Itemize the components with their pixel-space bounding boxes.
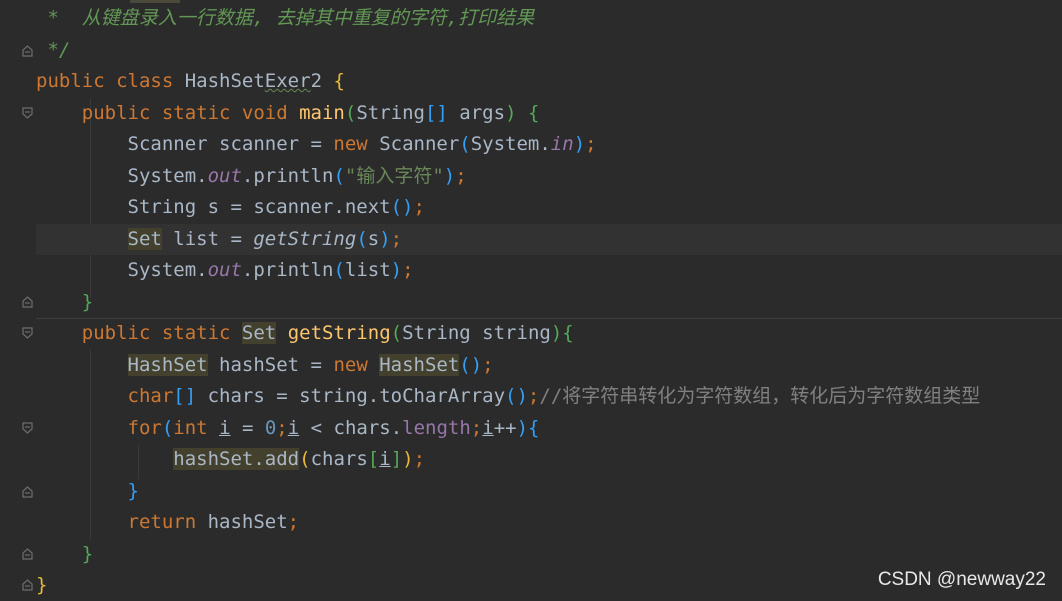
- code-text: }: [81, 290, 94, 313]
- watermark: CSDN @newway22: [877, 569, 1046, 590]
- code-editor[interactable]: * 从键盘录入一行数据, 去掉其中重复的字符,打印结果 */ public cla…: [36, 0, 1062, 599]
- code-text: char[] chars = string.toCharArray();//将字…: [127, 385, 981, 407]
- code-line[interactable]: Scanner scanner = new Scanner(System.in)…: [36, 129, 1062, 160]
- code-text: }: [81, 542, 94, 565]
- code-text: String s = scanner.next();: [36, 196, 425, 218]
- fold-end-icon[interactable]: [21, 485, 34, 498]
- code-line[interactable]: for(int i = 0;i < chars.length;i++){: [36, 413, 1062, 444]
- code-line[interactable]: }: [36, 539, 1062, 570]
- code-text: Set list = getString(s);: [127, 227, 403, 250]
- code-text: return hashSet;: [127, 511, 300, 533]
- code-text: public class HashSetExer2 {: [36, 70, 345, 92]
- code-line[interactable]: String s = scanner.next();: [36, 192, 1062, 223]
- code-line[interactable]: }: [36, 476, 1062, 507]
- editor-gutter: [0, 0, 36, 599]
- code-text: System.out.println("输入字符");: [36, 164, 467, 187]
- code-text: */: [36, 38, 71, 61]
- code-line[interactable]: System.out.println(list);: [36, 255, 1062, 286]
- code-line[interactable]: public class HashSetExer2 {: [36, 66, 1062, 97]
- code-line[interactable]: System.out.println("输入字符");: [36, 161, 1062, 192]
- code-line[interactable]: return hashSet;: [36, 507, 1062, 538]
- code-line[interactable]: public static void main(String[] args) {: [36, 98, 1062, 129]
- code-text: for(int i = 0;i < chars.length;i++){: [127, 416, 540, 439]
- code-text: }: [127, 479, 139, 502]
- code-text: public static Set getString(String strin…: [81, 322, 574, 344]
- code-line[interactable]: hashSet.add(chars[i]);: [36, 444, 1062, 475]
- fold-end-icon[interactable]: [21, 44, 34, 57]
- code-text: }: [36, 574, 48, 596]
- code-line[interactable]: }: [36, 287, 1062, 318]
- fold-end-icon[interactable]: [21, 578, 34, 591]
- fold-start-icon[interactable]: [21, 422, 34, 435]
- code-text: hashSet.add(chars[i]);: [173, 448, 426, 470]
- code-text: * 从键盘录入一行数据, 去掉其中重复的字符,打印结果: [36, 7, 535, 29]
- code-text: System.out.println(list);: [36, 259, 414, 281]
- fold-end-icon[interactable]: [21, 295, 34, 308]
- fold-start-icon[interactable]: [21, 327, 34, 340]
- code-line[interactable]: HashSet hashSet = new HashSet();: [36, 350, 1062, 381]
- fold-end-icon[interactable]: [21, 547, 34, 560]
- code-line[interactable]: */: [36, 35, 1062, 66]
- code-line[interactable]: public static Set getString(String strin…: [36, 318, 1062, 349]
- code-text: Scanner scanner = new Scanner(System.in)…: [36, 133, 597, 155]
- fold-start-icon[interactable]: [21, 107, 34, 120]
- code-text: HashSet hashSet = new HashSet();: [127, 353, 494, 376]
- code-line[interactable]: * 从键盘录入一行数据, 去掉其中重复的字符,打印结果: [36, 3, 1062, 34]
- code-text: public static void main(String[] args) {: [81, 101, 540, 124]
- code-line[interactable]: Set list = getString(s);: [36, 223, 1062, 255]
- code-line[interactable]: char[] chars = string.toCharArray();//将字…: [36, 381, 1062, 412]
